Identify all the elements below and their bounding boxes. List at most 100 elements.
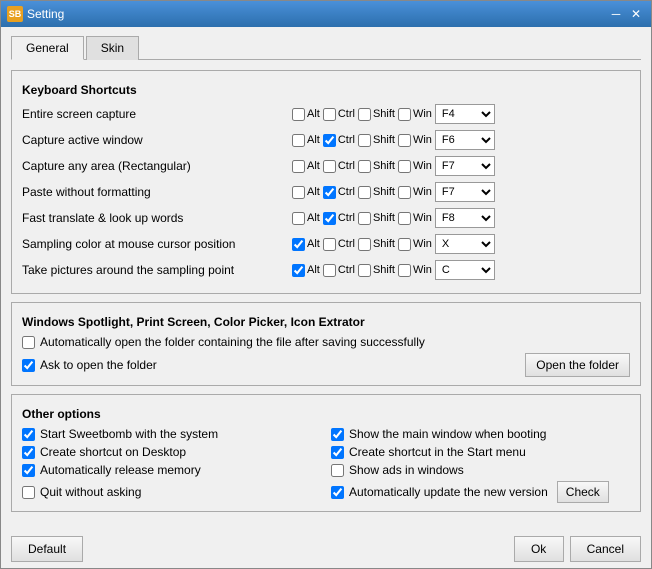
shortcut-label-sampling: Sampling color at mouse cursor position [22, 237, 292, 251]
alt-check-7[interactable] [292, 264, 305, 277]
shift-check-4[interactable] [358, 186, 371, 199]
modifier-group-1: Alt Ctrl Shift Win F4F1F2 [292, 104, 630, 124]
footer: Default Ok Cancel [1, 532, 651, 568]
win-check-2[interactable] [398, 134, 411, 147]
check-button[interactable]: Check [557, 481, 609, 503]
auto-update-label: Automatically update the new version [349, 485, 548, 499]
alt-check-3[interactable] [292, 160, 305, 173]
spotlight-row-2: Ask to open the folder Open the folder [22, 353, 630, 377]
win-label-4: Win [413, 186, 432, 198]
key-select-1[interactable]: F4F1F2F3 [435, 104, 495, 124]
ctrl-check-3[interactable] [323, 160, 336, 173]
shortcut-row-take-pictures: Take pictures around the sampling point … [22, 259, 630, 281]
shortcut-label-translate: Fast translate & look up words [22, 211, 292, 225]
ctrl-label-1: Ctrl [338, 108, 355, 120]
auto-open-folder-check[interactable] [22, 336, 35, 349]
shift-check-5[interactable] [358, 212, 371, 225]
footer-right: Ok Cancel [514, 536, 641, 562]
alt-check-1[interactable] [292, 108, 305, 121]
default-button[interactable]: Default [11, 536, 83, 562]
auto-open-folder-label: Automatically open the folder containing… [40, 335, 425, 349]
shift-check-7[interactable] [358, 264, 371, 277]
release-memory-check[interactable] [22, 464, 35, 477]
desktop-shortcut-label: Create shortcut on Desktop [40, 445, 186, 459]
shift-check-2[interactable] [358, 134, 371, 147]
shift-check-3[interactable] [358, 160, 371, 173]
app-icon: SB [7, 6, 23, 22]
shift-label-6: Shift [373, 238, 395, 250]
desktop-shortcut-check[interactable] [22, 446, 35, 459]
quit-check[interactable] [22, 486, 35, 499]
win-item-1: Win [398, 108, 432, 121]
alt-check-2[interactable] [292, 134, 305, 147]
ctrl-item-5: Ctrl [323, 212, 355, 225]
close-button[interactable]: ✕ [627, 5, 645, 23]
minimize-button[interactable]: ─ [607, 5, 625, 23]
sweetbomb-check[interactable] [22, 428, 35, 441]
alt-check-5[interactable] [292, 212, 305, 225]
modifier-group-4: Alt Ctrl Shift Win F7F1 [292, 182, 630, 202]
shortcut-label-active-window: Capture active window [22, 133, 292, 147]
shortcut-label-take-pictures: Take pictures around the sampling point [22, 263, 292, 277]
main-window-label: Show the main window when booting [349, 427, 546, 441]
ctrl-label-7: Ctrl [338, 264, 355, 276]
ctrl-item-6: Ctrl [323, 238, 355, 251]
spotlight-section-title: Windows Spotlight, Print Screen, Color P… [22, 315, 630, 329]
ctrl-check-5[interactable] [323, 212, 336, 225]
key-select-2[interactable]: F6F1 [435, 130, 495, 150]
shortcut-row-any-area: Capture any area (Rectangular) Alt Ctrl … [22, 155, 630, 177]
key-select-7[interactable]: CA [435, 260, 495, 280]
ctrl-check-2[interactable] [323, 134, 336, 147]
main-window-check[interactable] [331, 428, 344, 441]
alt-label-7: Alt [307, 264, 320, 276]
ctrl-item-1: Ctrl [323, 108, 355, 121]
alt-check-6[interactable] [292, 238, 305, 251]
tab-skin[interactable]: Skin [86, 36, 139, 60]
win-item-4: Win [398, 186, 432, 199]
key-select-3[interactable]: F7F1 [435, 156, 495, 176]
start-menu-check[interactable] [331, 446, 344, 459]
cancel-button[interactable]: Cancel [570, 536, 641, 562]
tab-general[interactable]: General [11, 36, 84, 60]
shift-check-1[interactable] [358, 108, 371, 121]
alt-item-7: Alt [292, 264, 320, 277]
ctrl-item-2: Ctrl [323, 134, 355, 147]
alt-check-4[interactable] [292, 186, 305, 199]
main-content: General Skin Keyboard Shortcuts Entire s… [1, 27, 651, 532]
win-item-2: Win [398, 134, 432, 147]
ask-open-check[interactable] [22, 359, 35, 372]
key-select-6[interactable]: XA [435, 234, 495, 254]
key-select-5[interactable]: F8F1 [435, 208, 495, 228]
ctrl-check-1[interactable] [323, 108, 336, 121]
open-folder-button[interactable]: Open the folder [525, 353, 630, 377]
win-check-3[interactable] [398, 160, 411, 173]
key-select-4[interactable]: F7F1 [435, 182, 495, 202]
other-options-title: Other options [22, 407, 630, 421]
win-check-7[interactable] [398, 264, 411, 277]
win-item-3: Win [398, 160, 432, 173]
ok-button[interactable]: Ok [514, 536, 564, 562]
other-item-start-menu: Create shortcut in the Start menu [331, 445, 630, 459]
alt-item-2: Alt [292, 134, 320, 147]
sweetbomb-label: Start Sweetbomb with the system [40, 427, 218, 441]
release-memory-label: Automatically release memory [40, 463, 201, 477]
shift-label-1: Shift [373, 108, 395, 120]
show-ads-check[interactable] [331, 464, 344, 477]
shift-item-5: Shift [358, 212, 395, 225]
win-check-5[interactable] [398, 212, 411, 225]
shortcut-row-entire-screen: Entire screen capture Alt Ctrl Shift [22, 103, 630, 125]
win-check-1[interactable] [398, 108, 411, 121]
alt-item-5: Alt [292, 212, 320, 225]
win-label-7: Win [413, 264, 432, 276]
ctrl-check-6[interactable] [323, 238, 336, 251]
win-check-6[interactable] [398, 238, 411, 251]
ctrl-check-4[interactable] [323, 186, 336, 199]
keyboard-shortcuts-section: Keyboard Shortcuts Entire screen capture… [11, 70, 641, 294]
win-check-4[interactable] [398, 186, 411, 199]
win-label-6: Win [413, 238, 432, 250]
modifier-group-3: Alt Ctrl Shift Win F7F1 [292, 156, 630, 176]
ctrl-check-7[interactable] [323, 264, 336, 277]
shift-check-6[interactable] [358, 238, 371, 251]
ctrl-item-7: Ctrl [323, 264, 355, 277]
auto-update-check[interactable] [331, 486, 344, 499]
